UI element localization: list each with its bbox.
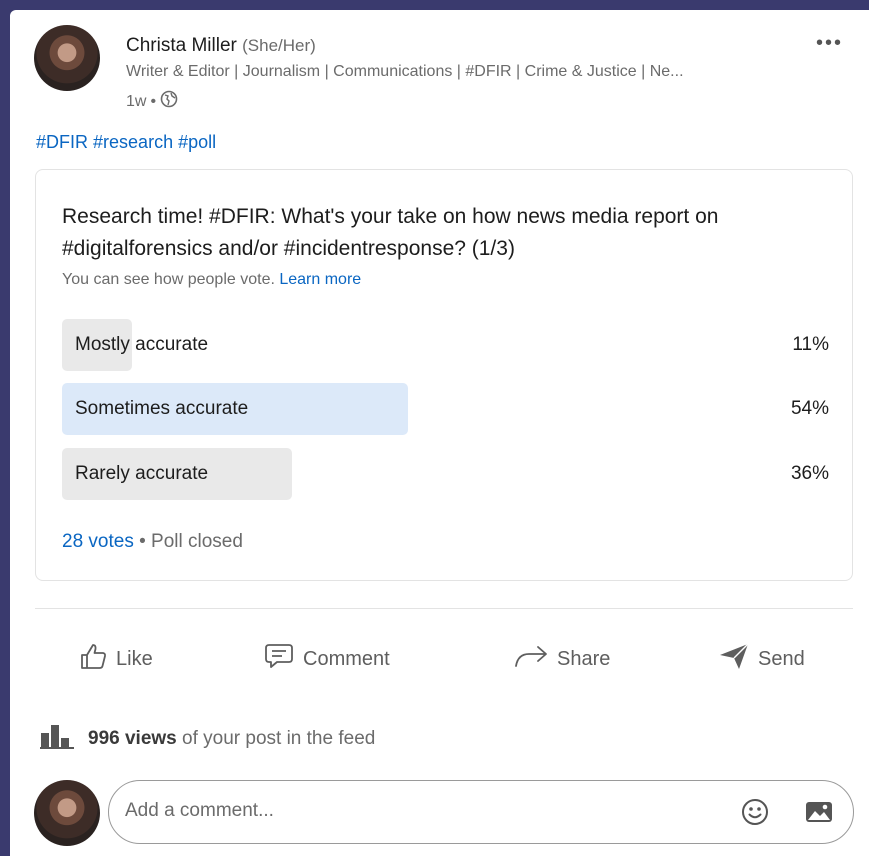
poll-status: Poll closed — [151, 531, 243, 552]
poll-votes-link[interactable]: 28 votes — [62, 531, 134, 552]
globe-icon — [160, 90, 178, 113]
poll-option-percent: 36% — [790, 463, 829, 484]
comment-button[interactable]: Comment — [263, 641, 390, 677]
poll-card: Research time! #DFIR: What's your take o… — [35, 169, 853, 581]
author-pronouns: (She/Her) — [242, 36, 316, 55]
poll-option-percent: 11% — [792, 334, 829, 355]
poll-question: Research time! #DFIR: What's your take o… — [62, 205, 719, 260]
hashtag-link[interactable]: #DFIR — [36, 132, 88, 152]
post-actions-bar: Like Comment Share Send — [35, 635, 853, 683]
share-button[interactable]: Share — [513, 641, 610, 677]
views-count: 996 views — [88, 728, 177, 749]
share-arrow-icon — [513, 641, 549, 677]
bar-chart-icon — [40, 723, 74, 755]
share-label: Share — [557, 647, 611, 670]
thumbs-up-icon — [78, 641, 108, 677]
poll-option-percent: 54% — [790, 398, 829, 419]
like-button[interactable]: Like — [78, 641, 153, 677]
post-meta: 1w • — [126, 90, 178, 113]
meta-separator: • — [150, 92, 157, 110]
views-suffix: of your post in the feed — [182, 728, 376, 749]
comment-box[interactable] — [108, 780, 854, 844]
divider — [35, 608, 853, 609]
send-label: Send — [758, 647, 805, 670]
post-card: Christa Miller (She/Her) Writer & Editor… — [10, 10, 869, 856]
poll-option-label: Mostly accurate — [75, 334, 209, 355]
author-avatar[interactable] — [34, 25, 100, 91]
like-label: Like — [116, 647, 153, 670]
poll-option-label: Sometimes accurate — [75, 398, 249, 419]
poll-option[interactable]: Mostly accurate 11% — [62, 319, 829, 371]
poll-footer-separator: • — [139, 531, 146, 552]
author-headline: Writer & Editor | Journalism | Communica… — [126, 63, 684, 80]
more-options-button[interactable]: ••• — [816, 32, 843, 55]
author-name-line[interactable]: Christa Miller (She/Her) — [126, 35, 316, 57]
comment-icon — [263, 641, 295, 677]
image-icon[interactable] — [803, 796, 835, 833]
author-name[interactable]: Christa Miller — [126, 35, 237, 56]
comment-input[interactable] — [123, 799, 707, 823]
poll-option[interactable]: Sometimes accurate 54% — [62, 383, 829, 435]
hashtag-link[interactable]: #research — [93, 132, 173, 152]
post-time: 1w — [126, 92, 147, 110]
emoji-icon[interactable] — [739, 796, 771, 833]
hashtag-link[interactable]: #poll — [178, 132, 216, 152]
learn-more-link[interactable]: Learn more — [279, 271, 361, 288]
post-views[interactable]: 996 views of your post in the feed — [40, 723, 375, 755]
commenter-avatar — [34, 780, 100, 846]
paper-plane-icon — [718, 641, 750, 677]
post-hashtags: #DFIR #research #poll — [36, 132, 216, 153]
poll-visibility-note: You can see how people vote. Learn more — [62, 271, 361, 289]
poll-option-label: Rarely accurate — [75, 463, 209, 484]
send-button[interactable]: Send — [718, 641, 805, 677]
poll-note-text: You can see how people vote. — [62, 271, 275, 288]
poll-footer: 28 votes • Poll closed — [62, 531, 243, 553]
poll-option[interactable]: Rarely accurate 36% — [62, 448, 829, 500]
comment-label: Comment — [303, 647, 390, 670]
